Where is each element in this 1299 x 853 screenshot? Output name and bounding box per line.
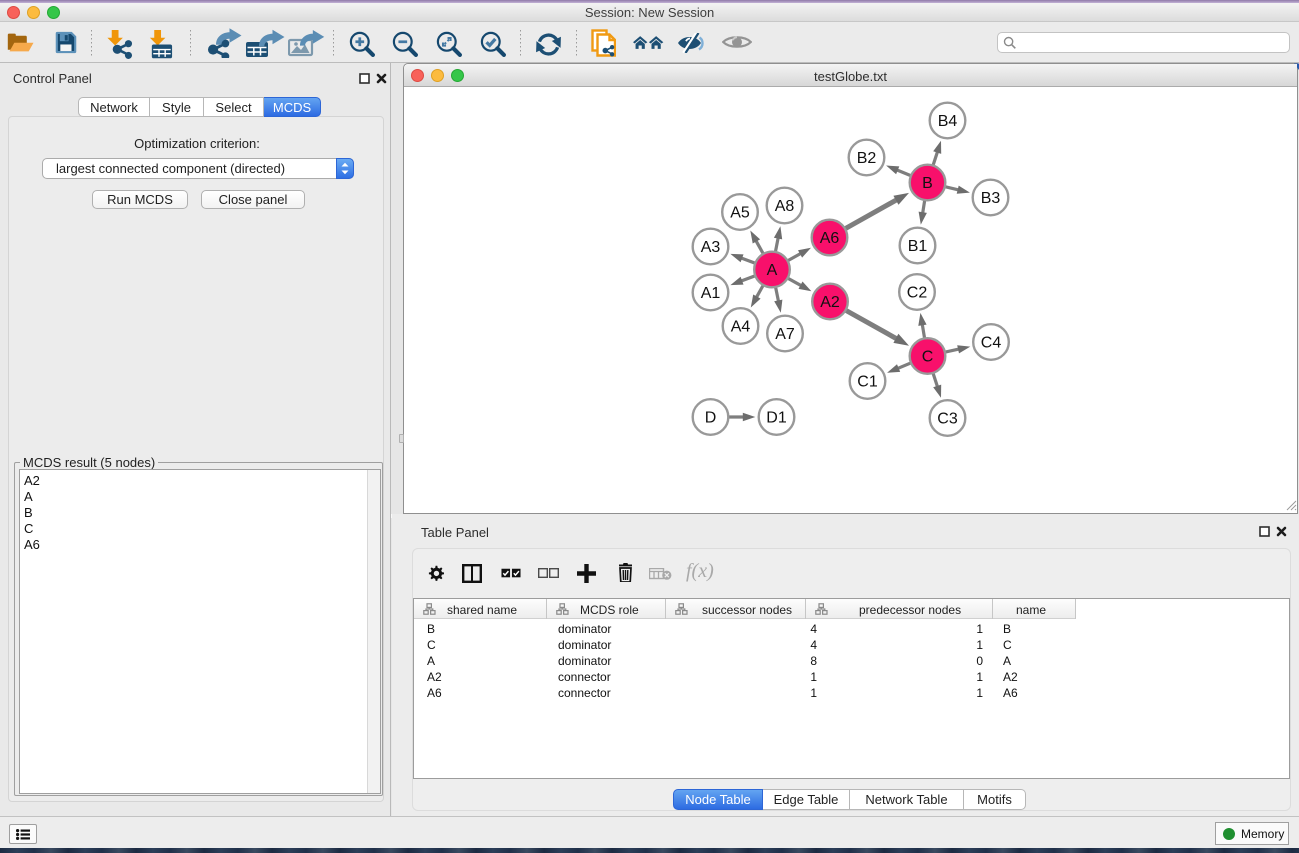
svg-text:A8: A8 [775, 198, 795, 215]
svg-text:C: C [922, 349, 934, 366]
svg-text:D: D [705, 410, 717, 427]
svg-text:A7: A7 [775, 326, 795, 343]
svg-text:B3: B3 [981, 190, 1001, 207]
svg-text:C3: C3 [937, 411, 958, 428]
svg-text:A5: A5 [730, 205, 750, 222]
svg-text:A2: A2 [820, 294, 840, 311]
svg-text:A6: A6 [820, 230, 840, 247]
svg-text:C4: C4 [981, 335, 1002, 352]
svg-text:B: B [922, 175, 933, 192]
svg-text:C2: C2 [907, 285, 928, 302]
svg-text:A4: A4 [731, 319, 751, 336]
svg-text:A: A [767, 262, 778, 279]
svg-text:B2: B2 [857, 150, 877, 167]
svg-text:A3: A3 [701, 239, 721, 256]
svg-text:B1: B1 [908, 238, 928, 255]
svg-text:C1: C1 [857, 374, 878, 391]
svg-text:A1: A1 [701, 285, 721, 302]
svg-text:B4: B4 [938, 113, 958, 130]
svg-text:D1: D1 [766, 410, 787, 427]
